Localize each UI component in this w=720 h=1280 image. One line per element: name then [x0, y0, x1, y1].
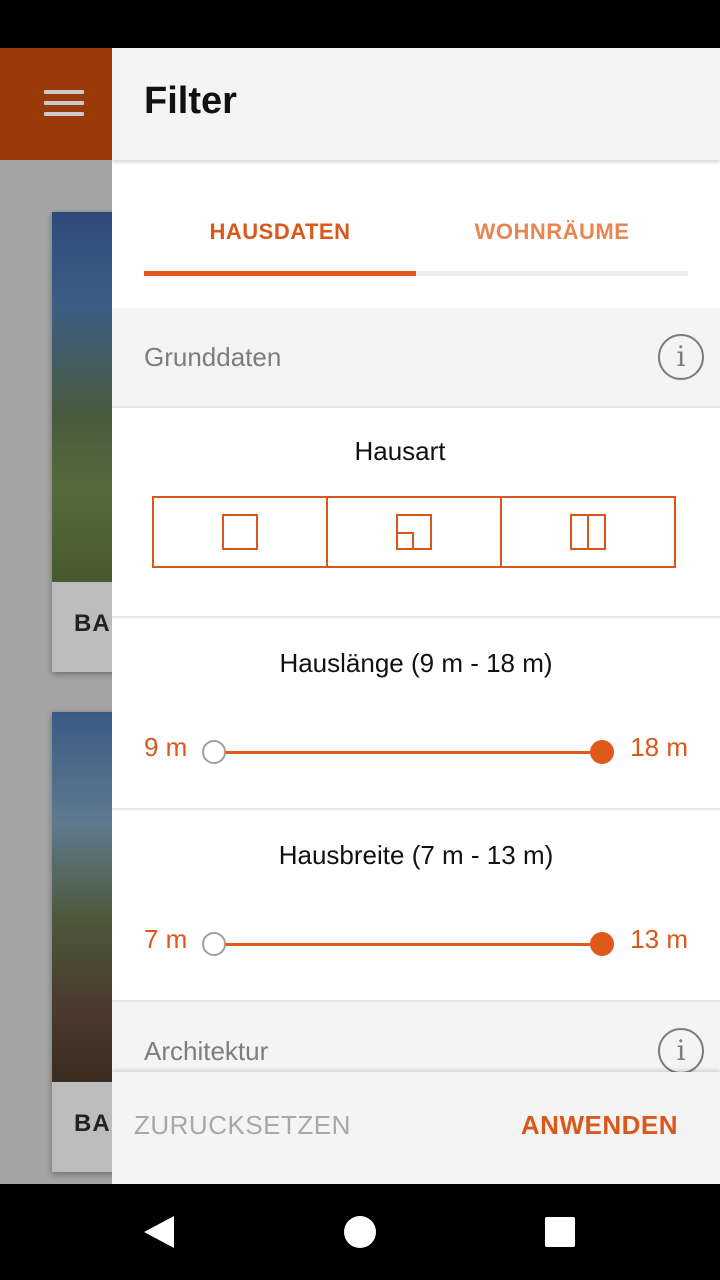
drawer-title: Filter [144, 80, 237, 122]
range-min-handle[interactable] [202, 740, 226, 764]
screen: BAU BAU Filter HAUSDATEN WOHNRÄUME Grund… [0, 0, 720, 1280]
hausbreite-block: Hausbreite (7 m - 13 m) 7 m 13 m [112, 810, 720, 1002]
hausart-label: Hausart [354, 436, 446, 466]
range-track[interactable] [214, 751, 602, 754]
range-min-handle[interactable] [202, 932, 226, 956]
hauslaenge-label: Hauslänge (9 m - 18 m) [279, 648, 553, 678]
range-track[interactable] [214, 943, 602, 946]
range-max-handle[interactable] [590, 932, 614, 956]
section-label: Architektur [144, 1036, 269, 1066]
hausbreite-label: Hausbreite (7 m - 13 m) [278, 840, 554, 870]
hausart-option-double[interactable] [502, 498, 674, 566]
filter-drawer: Filter HAUSDATEN WOHNRÄUME Grunddaten i … [112, 48, 720, 1184]
single-house-icon [222, 514, 258, 550]
section-grunddaten: Grunddaten i [112, 308, 720, 408]
hauslaenge-range: 9 m 18 m [112, 732, 720, 772]
range-max-label: 18 m [630, 732, 688, 762]
tab-bar: HAUSDATEN WOHNRÄUME [144, 208, 688, 276]
tab-hausdaten[interactable]: HAUSDATEN [144, 208, 416, 272]
tab-indicator [144, 271, 416, 276]
hausbreite-range: 7 m 13 m [112, 924, 720, 964]
hauslaenge-block: Hauslänge (9 m - 18 m) 9 m 18 m [112, 618, 720, 810]
section-label: Grunddaten [144, 342, 282, 372]
recent-apps-icon[interactable] [545, 1217, 575, 1247]
info-icon[interactable]: i [658, 334, 704, 380]
range-max-handle[interactable] [590, 740, 614, 764]
back-icon[interactable] [144, 1216, 174, 1248]
menu-icon[interactable] [44, 90, 84, 118]
range-max-label: 13 m [630, 924, 688, 954]
hausart-block: Hausart [112, 408, 720, 618]
drawer-footer: ZURUCKSETZEN ANWENDEN [112, 1072, 720, 1184]
range-min-label: 7 m [144, 924, 188, 954]
hausart-option-offset[interactable] [328, 498, 502, 566]
navigation-bar [0, 1184, 720, 1280]
double-house-icon [570, 514, 606, 550]
range-min-label: 9 m [144, 732, 188, 762]
hausart-selector [152, 496, 676, 568]
drawer-header: Filter [112, 48, 720, 160]
apply-button[interactable]: ANWENDEN [521, 1110, 678, 1141]
status-bar [0, 0, 720, 48]
offset-house-icon [396, 514, 432, 550]
home-icon[interactable] [344, 1216, 376, 1248]
tab-wohnraeume[interactable]: WOHNRÄUME [416, 208, 688, 272]
reset-button[interactable]: ZURUCKSETZEN [134, 1110, 351, 1141]
info-icon[interactable]: i [658, 1028, 704, 1074]
hausart-option-single[interactable] [154, 498, 328, 566]
